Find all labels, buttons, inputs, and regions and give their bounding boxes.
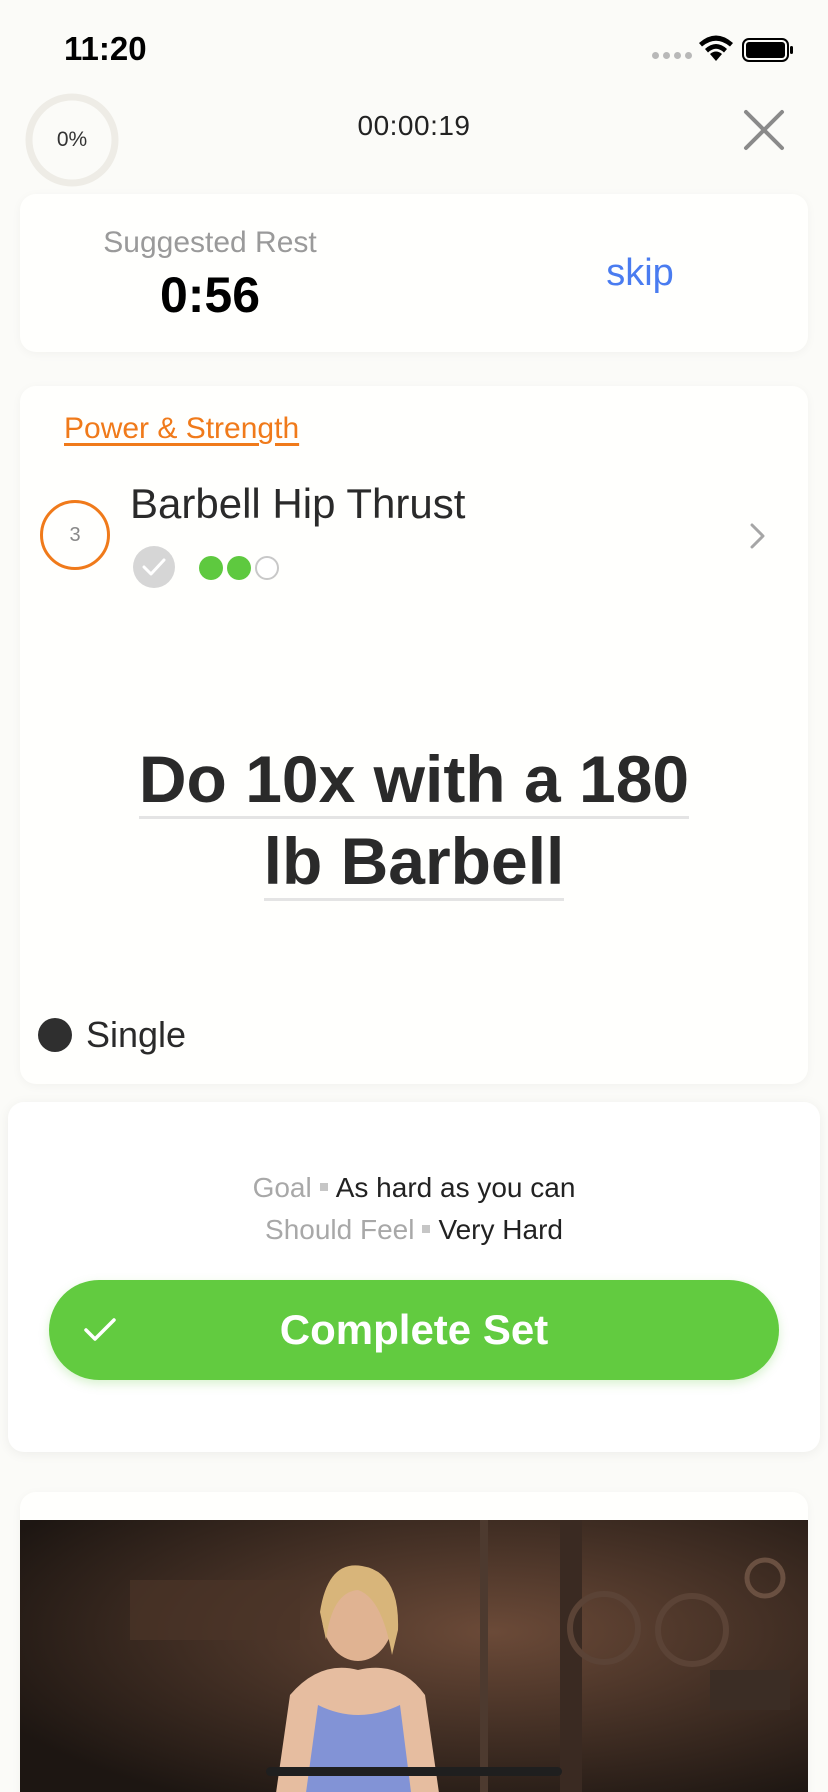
elapsed-timer: 00:00:19	[357, 110, 471, 141]
separator	[422, 1225, 431, 1234]
cellular-signal-icon	[652, 52, 692, 59]
feel-label: Should Feel	[265, 1214, 415, 1245]
battery-icon	[742, 38, 793, 62]
goal-value: As hard as you can	[335, 1172, 576, 1203]
separator	[319, 1183, 328, 1192]
close-icon[interactable]	[738, 104, 790, 156]
exercise-card: Power & Strength 3 Barbell Hip Thrust Do…	[20, 386, 808, 1084]
rest-timer: 0:56	[159, 267, 261, 323]
set-dot	[227, 556, 251, 580]
exercise-video[interactable]	[20, 1520, 808, 1792]
complete-set-button[interactable]: Complete Set	[49, 1280, 779, 1380]
mode-label: Single	[86, 1014, 187, 1055]
set-number-badge: 3	[40, 500, 110, 570]
goal-row: Goal As hard as you can	[8, 1172, 820, 1204]
set-instruction: Do 10x with a 180 lb Barbell	[20, 738, 808, 902]
checkmark-icon	[133, 546, 175, 588]
complete-set-label: Complete Set	[279, 1306, 549, 1353]
mode-indicator	[38, 1018, 72, 1052]
skip-rest-button[interactable]: skip	[550, 252, 730, 295]
category-link[interactable]: Power & Strength	[64, 412, 299, 446]
complete-set-card: Goal As hard as you can Should Feel Very H…	[8, 1102, 820, 1452]
set-dot	[199, 556, 223, 580]
set-instruction-line-2: lb Barbell	[263, 824, 565, 901]
exercise-video-card	[20, 1492, 808, 1792]
status-time: 11:20	[64, 30, 147, 67]
set-dot	[255, 556, 279, 580]
checkmark-icon	[84, 1318, 116, 1341]
rest-label: Suggested Rest	[103, 226, 317, 259]
chevron-right-icon[interactable]	[746, 520, 770, 552]
feel-value: Very Hard	[438, 1214, 563, 1245]
home-indicator	[266, 1767, 562, 1776]
screen: 11:20 0% 00:00:19 Suggested Rest 0:56 sk…	[0, 0, 828, 1792]
exercise-name[interactable]: Barbell Hip Thrust	[130, 480, 465, 528]
rest-card: Suggested Rest 0:56 skip	[20, 194, 808, 352]
set-progress-dots	[199, 556, 279, 580]
set-instruction-line-1: Do 10x with a 180	[138, 742, 690, 819]
wifi-icon	[699, 35, 733, 61]
goal-label: Goal	[252, 1172, 312, 1203]
feel-row: Should Feel Very Hard	[8, 1214, 820, 1246]
